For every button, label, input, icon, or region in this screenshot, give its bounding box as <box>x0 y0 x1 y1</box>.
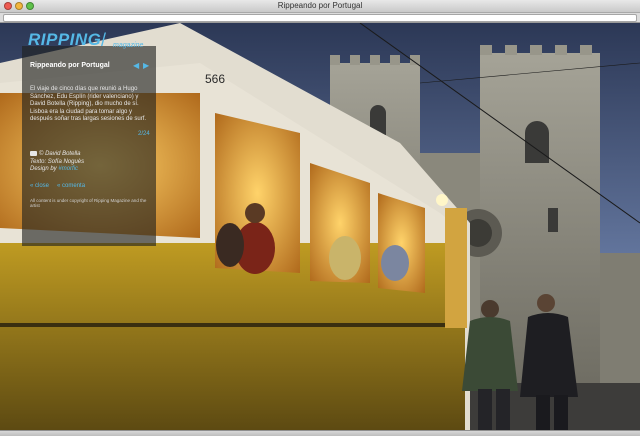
design-credit-label: Design by <box>30 166 57 172</box>
photo-stage: 566 <box>0 23 640 430</box>
credits: © David Botella Texto: Sofía Noguès Desi… <box>30 151 84 174</box>
comment-link[interactable]: « comenta <box>57 183 85 189</box>
status-bar <box>0 430 640 436</box>
url-field[interactable] <box>3 14 637 22</box>
camera-icon <box>30 151 37 156</box>
article-actions: « close « comenta <box>30 183 85 189</box>
design-credit-line: Design by #morfic <box>30 166 84 174</box>
text-credit: Texto: Sofía Noguès <box>30 158 85 165</box>
design-credit-link[interactable]: #morfic <box>58 166 78 172</box>
chevron-right-icon[interactable]: ▶ <box>143 62 149 70</box>
chevron-left-icon[interactable]: ◀ <box>133 62 139 70</box>
magazine-logo-sub: magazine <box>113 42 144 49</box>
article-intro: El viaje de cinco días que reunió a Hugo… <box>30 86 147 122</box>
copyright-notice: All content is under copyright of Rippin… <box>30 198 147 208</box>
close-link[interactable]: « close <box>30 183 49 189</box>
article-title: Rippeando por Portugal <box>30 62 110 69</box>
address-bar <box>0 13 640 23</box>
svg-text:566: 566 <box>205 72 225 86</box>
magazine-logo[interactable]: RIPPING <box>28 30 101 50</box>
window-titlebar: Rippeando por Portugal <box>0 0 640 13</box>
window-title: Rippeando por Portugal <box>277 1 363 10</box>
photo-credit-line: © David Botella <box>30 151 84 159</box>
magazine-overlay-panel <box>22 46 156 246</box>
photo-credit: © David Botella <box>39 151 81 157</box>
page-counter: 2/24 <box>138 131 150 137</box>
logo-slash: / <box>101 30 107 50</box>
